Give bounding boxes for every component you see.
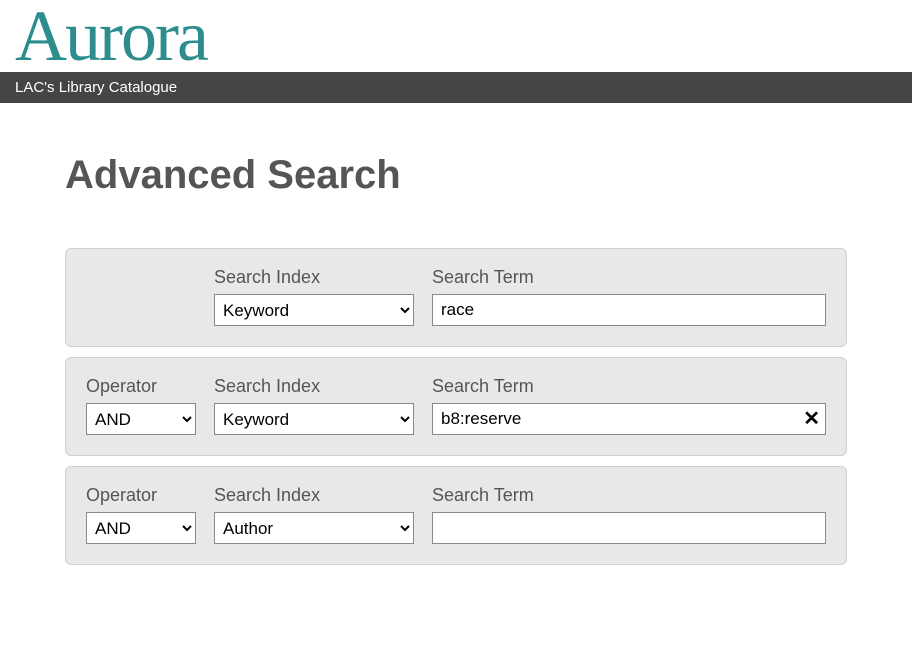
search-row: Search Index Keyword Search Term	[65, 248, 847, 347]
operator-label: Operator	[86, 376, 196, 397]
search-term-input[interactable]	[432, 403, 826, 435]
operator-group: Operator AND	[86, 376, 196, 435]
clear-icon[interactable]: ✕	[803, 409, 820, 429]
term-input-wrapper	[432, 512, 826, 544]
search-term-group: Search Term	[432, 267, 826, 326]
search-row: Operator AND Search Index Keyword Search…	[65, 357, 847, 456]
search-term-label: Search Term	[432, 267, 826, 288]
search-term-group: Search Term	[432, 485, 826, 544]
main-content: Advanced Search Search Index Keyword Sea…	[0, 103, 912, 625]
logo-container: Aurora	[0, 0, 912, 72]
header-subtitle: LAC's Library Catalogue	[15, 79, 177, 96]
search-index-label: Search Index	[214, 267, 414, 288]
operator-select[interactable]: AND	[86, 403, 196, 435]
term-input-wrapper	[432, 294, 826, 326]
page-title: Advanced Search	[65, 153, 847, 198]
brand-logo: Aurora	[15, 0, 897, 72]
operator-group: Operator AND	[86, 485, 196, 544]
search-index-group: Search Index Author	[214, 485, 414, 544]
operator-select[interactable]: AND	[86, 512, 196, 544]
search-index-select[interactable]: Keyword	[214, 403, 414, 435]
operator-label: Operator	[86, 485, 196, 506]
search-term-label: Search Term	[432, 376, 826, 397]
search-index-group: Search Index Keyword	[214, 376, 414, 435]
search-term-input[interactable]	[432, 294, 826, 326]
search-index-group: Search Index Keyword	[214, 267, 414, 326]
search-term-group: Search Term ✕	[432, 376, 826, 435]
search-index-label: Search Index	[214, 376, 414, 397]
term-input-wrapper: ✕	[432, 403, 826, 435]
search-term-input[interactable]	[432, 512, 826, 544]
search-row: Operator AND Search Index Author Search …	[65, 466, 847, 565]
search-index-label: Search Index	[214, 485, 414, 506]
header-bar: LAC's Library Catalogue	[0, 72, 912, 103]
search-term-label: Search Term	[432, 485, 826, 506]
search-index-select[interactable]: Keyword	[214, 294, 414, 326]
search-index-select[interactable]: Author	[214, 512, 414, 544]
